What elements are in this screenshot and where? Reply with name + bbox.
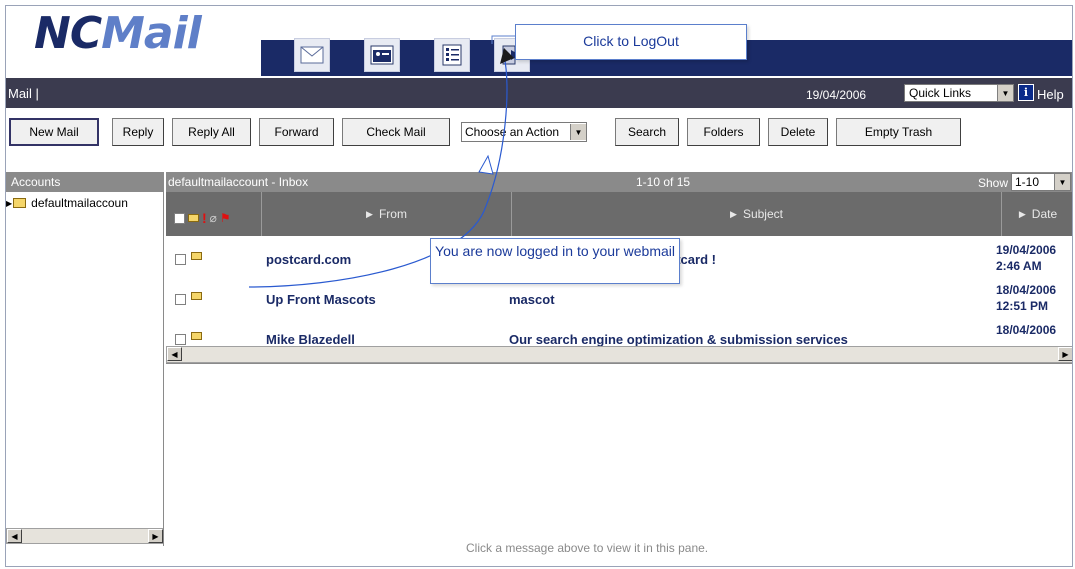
scroll-right-icon[interactable]: ▶ (148, 529, 163, 543)
new-mail-button[interactable]: New Mail (9, 118, 99, 146)
preview-placeholder: Click a message above to view it in this… (466, 541, 709, 555)
row-checkbox[interactable] (175, 294, 186, 305)
reply-all-button[interactable]: Reply All (172, 118, 251, 146)
envelope-icon (191, 332, 202, 340)
forward-button[interactable]: Forward (259, 118, 334, 146)
info-icon[interactable]: i (1018, 84, 1034, 101)
message-from[interactable]: Mike Blazedell (266, 332, 355, 346)
message-from[interactable]: postcard.com (266, 252, 351, 267)
scroll-right-icon[interactable]: ▶ (1058, 347, 1072, 361)
list-icon[interactable] (434, 38, 470, 72)
chevron-down-icon: ▼ (1054, 174, 1070, 190)
contacts-icon[interactable] (364, 38, 400, 72)
column-headers: ! ⌀ ⚑ ▶ From ▶ Subject ▶ Date (166, 192, 1072, 236)
inbox-header: defaultmailaccount - Inbox 1-10 of 15 Sh… (166, 172, 1072, 192)
accounts-panel: ▶ defaultmailaccoun ◀ ▶ (6, 192, 164, 546)
accounts-header: Accounts (6, 172, 164, 192)
message-subject[interactable]: mascot (509, 292, 555, 307)
top-bar: Mail | 19/04/2006 Quick Links ▼ i Help (6, 78, 1072, 108)
ncmail-logo: NCMail (34, 8, 202, 59)
app-window: NCMail Mail | 19/04/2006 Quick Links ▼ i… (5, 5, 1073, 567)
row-checkbox[interactable] (175, 334, 186, 345)
check-mail-button[interactable]: Check Mail (342, 118, 450, 146)
message-date: 18/04/2006 (996, 323, 1057, 337)
table-row[interactable]: Mike Blazedell Our search engine optimiz… (166, 318, 1072, 346)
expand-arrow-icon[interactable]: ▶ (6, 199, 12, 208)
folders-button[interactable]: Folders (687, 118, 760, 146)
column-subject[interactable]: ▶ Subject (511, 192, 1001, 236)
attachment-icon: ⌀ (209, 211, 217, 225)
chevron-down-icon: ▼ (997, 85, 1013, 101)
search-button[interactable]: Search (615, 118, 679, 146)
account-item-default[interactable]: ▶ defaultmailaccoun (6, 196, 128, 210)
current-date: 19/04/2006 (806, 88, 867, 102)
message-from[interactable]: Up Front Mascots (266, 292, 376, 307)
empty-trash-button[interactable]: Empty Trash (836, 118, 961, 146)
account-label: defaultmailaccoun (31, 196, 128, 210)
logout-callout: Click to LogOut (515, 24, 747, 60)
accounts-scrollbar[interactable]: ◀ ▶ (6, 528, 163, 544)
status-column-icons: ! ⌀ ⚑ (174, 210, 231, 226)
column-date[interactable]: ▶ Date (1001, 192, 1072, 236)
message-date: 18/04/2006 12:51 PM (996, 283, 1057, 313)
select-all-checkbox[interactable] (174, 212, 185, 224)
row-checkbox[interactable] (175, 254, 186, 265)
folder-icon (13, 198, 27, 208)
show-label: Show (978, 176, 1009, 190)
message-subject[interactable]: Our search engine optimization & submiss… (509, 332, 848, 346)
envelope-icon (191, 252, 202, 260)
quick-links-select[interactable]: Quick Links ▼ (904, 84, 1014, 102)
envelope-icon (188, 214, 199, 222)
message-date: 19/04/2006 2:46 AM (996, 243, 1057, 273)
reply-button[interactable]: Reply (112, 118, 164, 146)
inbox-title: defaultmailaccount - Inbox (168, 175, 309, 189)
mail-icon[interactable] (294, 38, 330, 72)
help-link[interactable]: Help (1037, 87, 1064, 102)
logged-in-callout: You are now logged in to your webmail (430, 238, 680, 284)
priority-icon: ! (202, 210, 207, 226)
column-from[interactable]: ▶ From (261, 192, 511, 236)
app-label: Mail | (8, 86, 39, 101)
scroll-left-icon[interactable]: ◀ (7, 529, 22, 543)
action-select[interactable]: Choose an Action ▼ (461, 122, 587, 142)
scroll-left-icon[interactable]: ◀ (167, 347, 182, 361)
table-row[interactable]: Up Front Mascots mascot 18/04/2006 12:51 … (166, 278, 1072, 318)
preview-pane: Click a message above to view it in this… (166, 363, 1072, 558)
flag-icon: ⚑ (219, 211, 231, 225)
chevron-down-icon: ▼ (570, 124, 586, 140)
delete-button[interactable]: Delete (768, 118, 828, 146)
message-range: 1-10 of 15 (636, 175, 691, 189)
show-select[interactable]: 1-10 ▼ (1011, 173, 1071, 191)
message-list-scrollbar[interactable]: ◀ ▶ (166, 346, 1072, 363)
envelope-icon (191, 292, 202, 300)
